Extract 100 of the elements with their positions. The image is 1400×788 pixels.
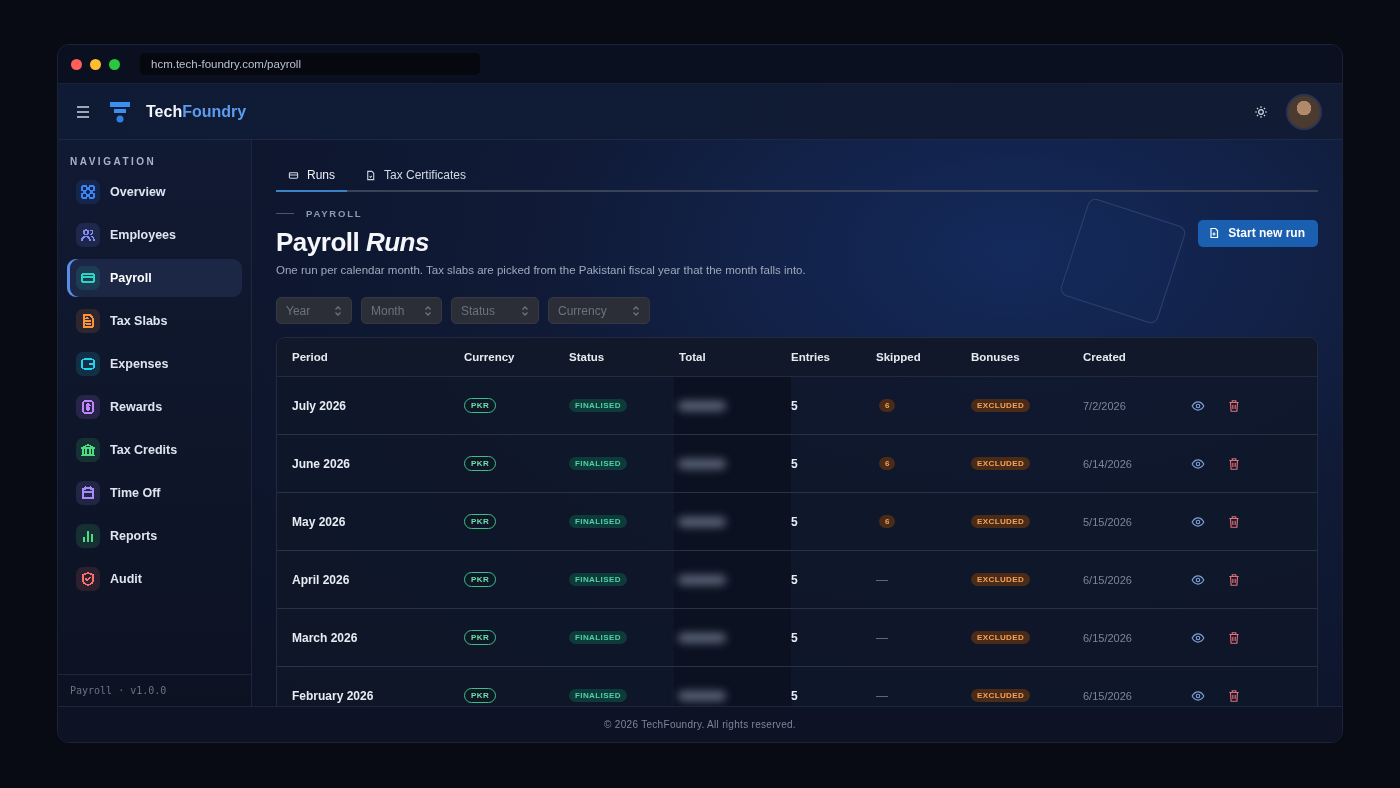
blurred-amount — [678, 516, 726, 527]
status-tag: FINALISED — [569, 689, 627, 702]
nav-label: Employees — [110, 228, 176, 242]
view-button[interactable] — [1191, 688, 1205, 703]
delete-button[interactable] — [1227, 514, 1241, 529]
bonuses-tag: EXCLUDED — [971, 515, 1031, 528]
skipped-count: 6 — [879, 515, 896, 528]
page-subtitle: One run per calendar month. Tax slabs are picked from the Pakistani fiscal year that the month falls into. — [276, 264, 806, 276]
nav-item[interactable]: Tax Slabs — [67, 302, 242, 340]
blurred-amount — [678, 458, 726, 469]
delete-button[interactable] — [1227, 572, 1241, 587]
view-button[interactable] — [1191, 572, 1205, 587]
menu-icon[interactable] — [76, 105, 90, 118]
avatar[interactable] — [1286, 93, 1322, 130]
column-header: Created — [1083, 351, 1127, 363]
nav-label: Overview — [110, 185, 166, 199]
entries-cell-text: 5 — [791, 688, 799, 703]
bonuses-tag: EXCLUDED — [971, 689, 1031, 702]
column-header: Status — [569, 351, 606, 363]
tab[interactable]: Runs — [276, 162, 347, 192]
nav-label: Reports — [110, 529, 158, 543]
sun-icon[interactable] — [1254, 104, 1268, 119]
delete-button[interactable] — [1227, 630, 1241, 645]
nav-item[interactable]: Rewards — [67, 388, 242, 426]
nav-section-label: NAVIGATION — [69, 155, 158, 169]
window-control[interactable] — [109, 58, 120, 70]
nav-item[interactable]: Reports — [67, 517, 242, 555]
status-tag: FINALISED — [569, 573, 627, 586]
bonuses-tag: EXCLUDED — [971, 457, 1031, 470]
eyebrow-label: PAYROLL — [306, 208, 363, 219]
chevron-icon — [632, 305, 640, 316]
nav-label: Tax Credits — [110, 443, 178, 457]
chevron-icon — [424, 305, 432, 316]
column-header: Skipped — [876, 351, 922, 363]
blurred-amount — [678, 400, 726, 411]
view-button[interactable] — [1191, 456, 1205, 471]
nav-label: Audit — [110, 572, 142, 586]
entries-cell-text: 5 — [791, 398, 799, 413]
nav-label: Payroll — [110, 271, 152, 285]
window-control[interactable] — [90, 58, 101, 70]
blurred-amount — [678, 690, 726, 701]
chevron-icon — [521, 305, 529, 316]
blurred-amount — [678, 632, 726, 643]
blurred-amount — [678, 574, 726, 585]
status-tag: FINALISED — [569, 515, 627, 528]
nav-item[interactable]: Payroll — [67, 259, 242, 297]
nav-item[interactable]: Tax Credits — [67, 431, 242, 469]
skipped-count: 6 — [879, 457, 896, 470]
created-cell-text: 7/2/2026 — [1083, 399, 1127, 412]
nav-label: Rewards — [110, 400, 163, 414]
view-button[interactable] — [1191, 514, 1205, 529]
created-cell-text: 5/15/2026 — [1083, 515, 1133, 528]
column-header: Total — [679, 351, 707, 363]
period-cell-text: March 2026 — [292, 630, 359, 645]
entries-cell-text: 5 — [791, 514, 799, 529]
period-cell-text: February 2026 — [292, 688, 375, 703]
bonuses-tag: EXCLUDED — [971, 631, 1031, 644]
tab[interactable]: Tax Certificates — [353, 162, 479, 192]
period-cell-text: July 2026 — [292, 398, 348, 413]
delete-button[interactable] — [1227, 456, 1241, 471]
nav-item[interactable]: Time Off — [67, 474, 242, 512]
document-icon — [365, 169, 376, 181]
delete-button[interactable] — [1227, 398, 1241, 413]
card-icon — [288, 169, 299, 181]
skipped-cell-text: — — [876, 688, 889, 703]
nav-item[interactable]: Audit — [67, 560, 242, 598]
page-title: Payroll Runs — [276, 227, 430, 258]
document-plus-icon — [1208, 227, 1221, 239]
entries-cell-text: 5 — [791, 572, 799, 587]
period-cell-text: April 2026 — [292, 572, 351, 587]
nav-label: Expenses — [110, 357, 169, 371]
brand-name: TechFoundry — [146, 102, 247, 121]
nav-item[interactable]: Employees — [67, 216, 242, 254]
created-cell-text: 6/15/2026 — [1083, 689, 1133, 702]
chevron-icon — [334, 305, 342, 316]
column-header: Entries — [791, 351, 831, 363]
status-tag: FINALISED — [569, 457, 627, 470]
nav-item[interactable]: Expenses — [67, 345, 242, 383]
created-cell-text: 6/15/2026 — [1083, 573, 1133, 586]
delete-button[interactable] — [1227, 688, 1241, 703]
bonuses-tag: EXCLUDED — [971, 399, 1031, 412]
column-header: Bonuses — [971, 351, 1021, 363]
nav-item[interactable]: Overview — [67, 173, 242, 211]
skipped-cell-text: — — [876, 630, 889, 645]
period-cell-text: May 2026 — [292, 514, 347, 529]
view-button[interactable] — [1191, 630, 1205, 645]
created-cell-text: 6/14/2026 — [1083, 457, 1133, 470]
window-control[interactable] — [71, 58, 82, 70]
period-cell-text: June 2026 — [292, 456, 352, 471]
created-cell-text: 6/15/2026 — [1083, 631, 1133, 644]
start-run-button[interactable]: Start new run — [1198, 219, 1318, 247]
column-header: Currency — [464, 351, 516, 363]
nav-label: Tax Slabs — [110, 314, 168, 328]
column-header: Period — [292, 351, 329, 363]
view-button[interactable] — [1191, 398, 1205, 413]
skipped-count: 6 — [879, 399, 896, 412]
address-bar[interactable]: hcm.tech-foundry.com/payroll — [140, 53, 480, 75]
nav-label: Time Off — [110, 486, 161, 500]
bonuses-tag: EXCLUDED — [971, 573, 1031, 586]
status-tag: FINALISED — [569, 399, 627, 412]
